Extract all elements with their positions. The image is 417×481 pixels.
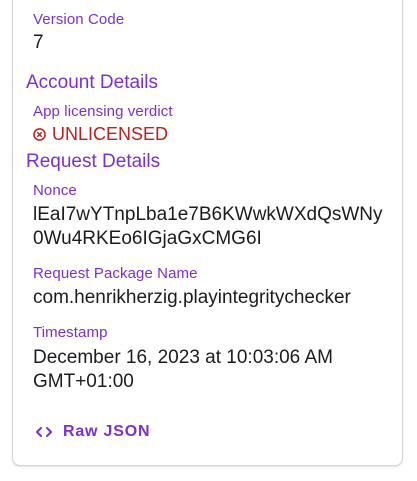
nonce-label: Nonce (33, 182, 77, 199)
licensing-verdict-value: UNLICENSED (52, 124, 169, 144)
package-name-label: Request Package Name (33, 265, 198, 282)
account-details-heading: Account Details (26, 72, 159, 93)
request-details-heading: Request Details (26, 151, 161, 172)
timestamp-value-line2: GMT+01:00 (33, 371, 134, 392)
timestamp-label: Timestamp (33, 324, 108, 341)
nonce-value-line2: 0Wu4RKEo6IGjaGxCMG6I (33, 228, 262, 249)
package-name-value: com.henrikherzig.playintegritychecker (33, 287, 351, 308)
version-code-label: Version Code (33, 11, 125, 28)
nonce-value-line1: lEaI7wYTnpLba1e7B6KWwkWXdQsWNy (33, 204, 383, 225)
raw-json-button[interactable]: Raw JSON (35, 423, 150, 441)
cancel-circle-icon (33, 128, 46, 141)
licensing-verdict: UNLICENSED (33, 124, 168, 145)
licensing-verdict-label: App licensing verdict (33, 103, 173, 120)
code-icon (36, 427, 52, 437)
result-card: Version Code 7 Account Details App licen… (12, 0, 403, 466)
version-code-value: 7 (33, 32, 44, 53)
raw-json-label: Raw JSON (63, 423, 151, 440)
timestamp-value-line1: December 16, 2023 at 10:03:06 AM (33, 347, 333, 368)
